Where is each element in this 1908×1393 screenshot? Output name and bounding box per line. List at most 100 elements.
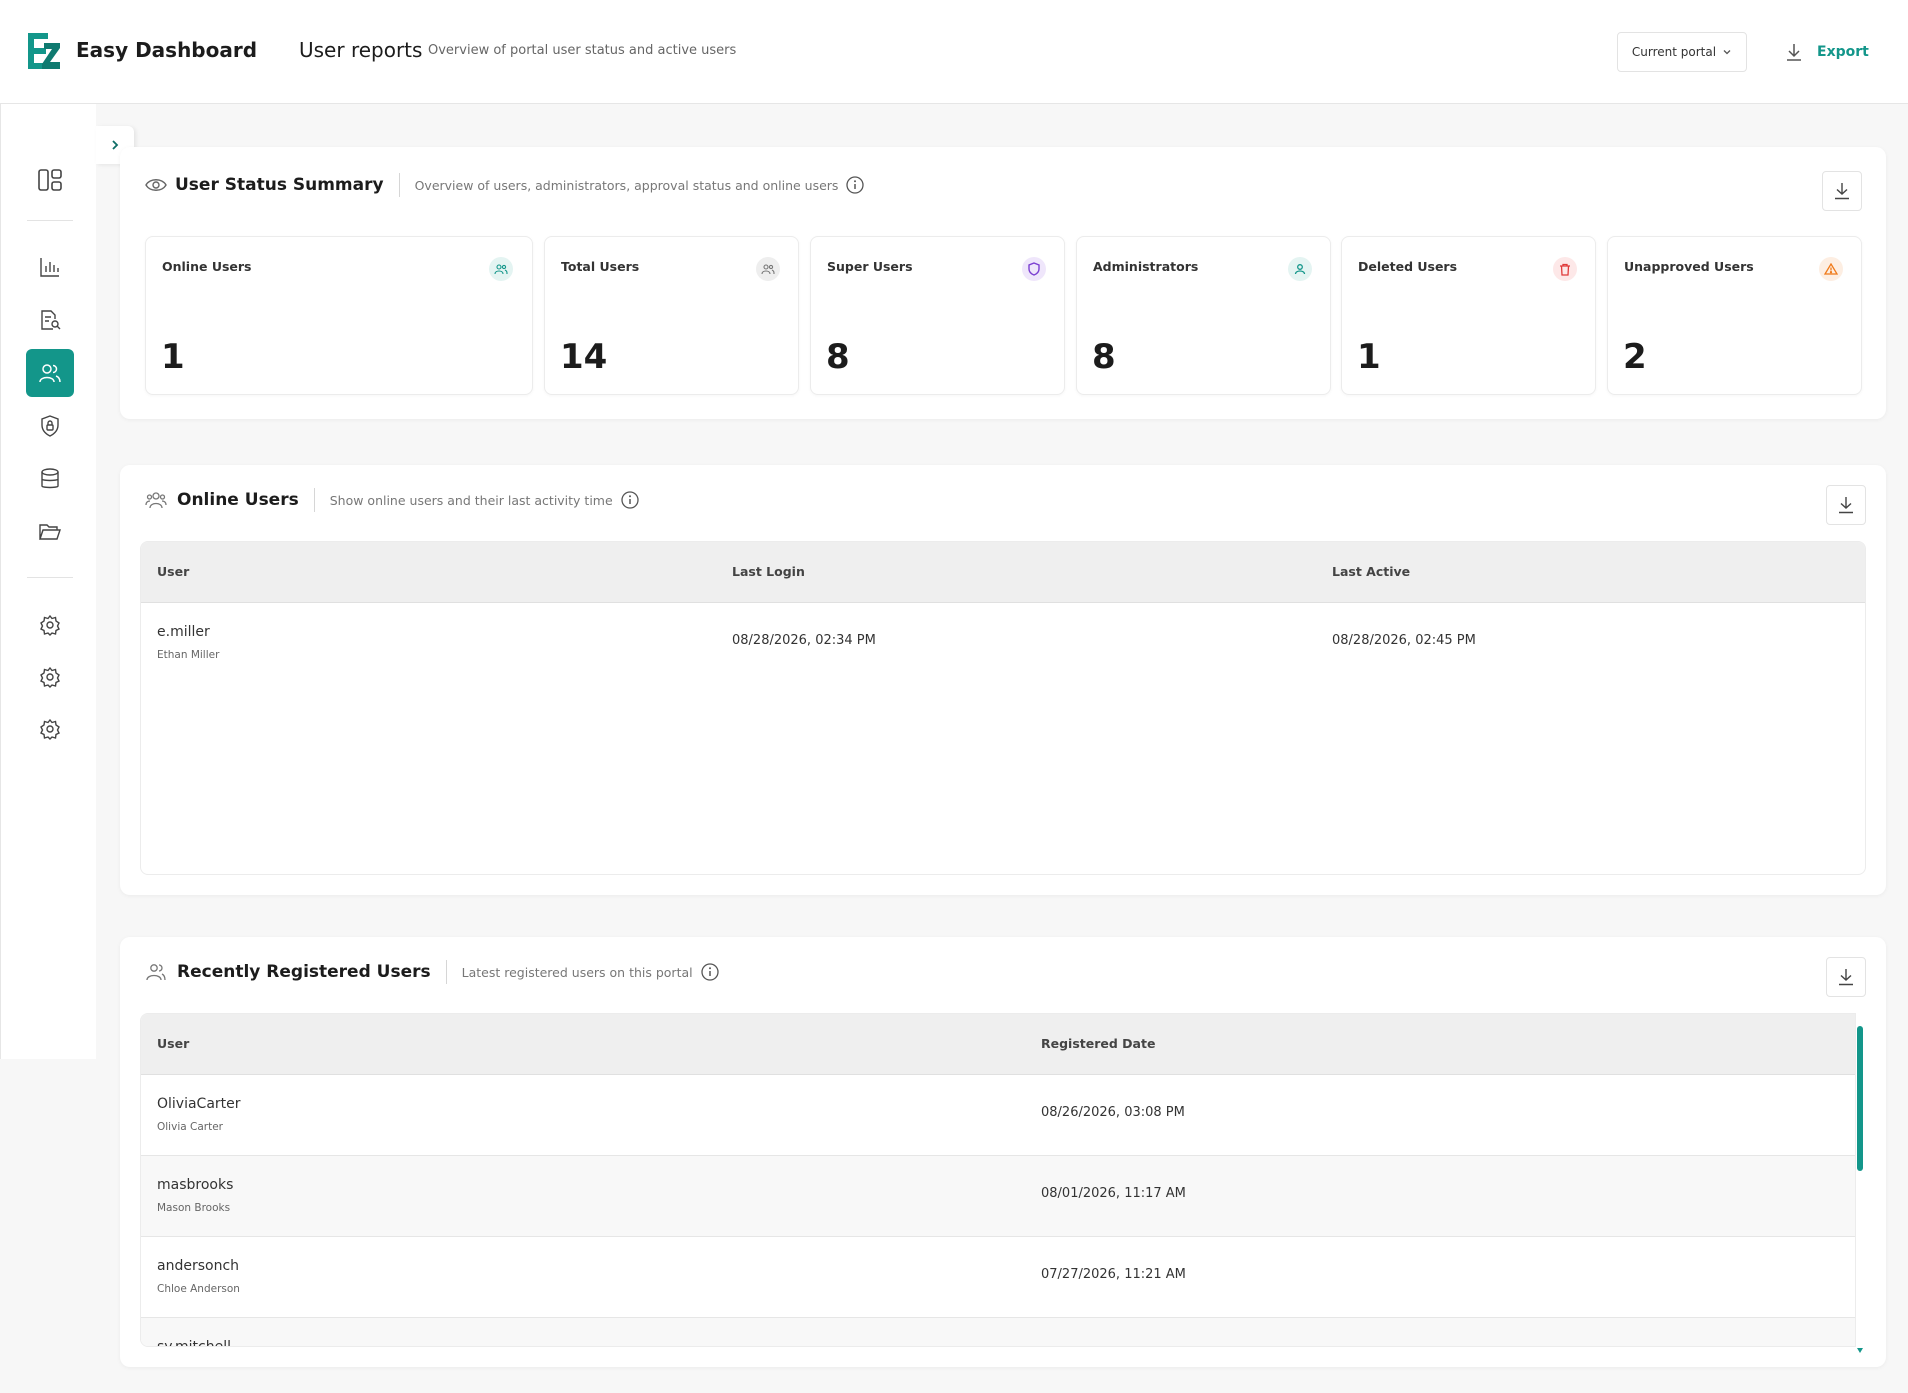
table-scrollbar-thumb[interactable]	[1857, 1026, 1863, 1171]
download-icon	[1835, 183, 1849, 200]
info-icon[interactable]	[621, 491, 639, 509]
stat-label: Administrators	[1093, 259, 1199, 274]
users-icon	[489, 257, 513, 281]
stat-label: Total Users	[561, 259, 640, 274]
username: OliviaCarter	[157, 1096, 241, 1112]
download-icon	[1839, 969, 1853, 986]
table-row[interactable]: OliviaCarter Olivia Carter 08/26/2026, 0…	[141, 1075, 1855, 1156]
database-icon	[41, 468, 59, 489]
stat-value: 14	[560, 337, 608, 377]
column-header-registered-date[interactable]: Registered Date	[1041, 1036, 1155, 1051]
column-header-user[interactable]: User	[157, 564, 189, 579]
sidebar-item-audit[interactable]	[26, 296, 74, 344]
info-icon[interactable]	[846, 176, 865, 194]
user-icon	[1288, 257, 1312, 281]
page-subtitle: Overview of portal user status and activ…	[428, 43, 737, 58]
sidebar-item-settings-2[interactable]	[26, 653, 74, 701]
sidebar-item-security[interactable]	[26, 402, 74, 450]
portal-select[interactable]: Current portal	[1617, 32, 1747, 72]
user-fullname: Chloe Anderson	[157, 1283, 240, 1295]
stat-label: Online Users	[162, 259, 252, 274]
registered-users-table[interactable]: User Registered Date OliviaCarter Olivia…	[140, 1013, 1856, 1347]
column-header-last-active[interactable]: Last Active	[1332, 564, 1410, 579]
registered-header: Recently Registered Users Latest registe…	[145, 960, 719, 984]
download-icon	[1839, 497, 1853, 514]
table-row[interactable]: masbrooks Mason Brooks 08/01/2026, 11:17…	[141, 1156, 1855, 1237]
stat-card-super-users: Super Users 8	[810, 236, 1065, 395]
eye-icon	[145, 179, 167, 191]
online-users-title: Online Users	[177, 490, 299, 510]
sidebar-item-dashboard[interactable]	[26, 156, 74, 204]
stat-value: 1	[161, 337, 185, 377]
shield-icon	[41, 415, 59, 437]
user-fullname: Olivia Carter	[157, 1121, 223, 1133]
scroll-down-arrow[interactable]	[1857, 1338, 1863, 1353]
sidebar-item-settings-1[interactable]	[26, 601, 74, 649]
stat-label: Super Users	[827, 259, 913, 274]
summary-title: User Status Summary	[175, 175, 384, 195]
column-header-user[interactable]: User	[157, 1036, 189, 1051]
portal-select-label: Current portal	[1631, 45, 1717, 59]
export-button[interactable]: Export	[1785, 32, 1869, 72]
username: masbrooks	[157, 1177, 234, 1193]
online-users-download-button[interactable]	[1826, 485, 1866, 525]
registered-date: 07/27/2026, 11:21 AM	[1041, 1267, 1186, 1282]
summary-download-button[interactable]	[1822, 171, 1862, 211]
username: andersonch	[157, 1258, 240, 1274]
table-row[interactable]: e.miller Ethan Miller 08/28/2026, 02:34 …	[141, 603, 1865, 684]
brand-name: Easy Dashboard	[76, 38, 258, 62]
stat-value: 8	[826, 337, 850, 377]
settings-icon	[40, 718, 60, 740]
stat-value: 1	[1357, 337, 1381, 377]
sidebar	[0, 104, 96, 1059]
summary-header: User Status Summary Overview of users, a…	[145, 173, 865, 197]
sidebar-item-database[interactable]	[26, 455, 74, 503]
sidebar-item-settings-3[interactable]	[26, 705, 74, 753]
settings-icon	[40, 614, 60, 636]
last-login: 08/28/2026, 02:34 PM	[732, 633, 876, 648]
title-divider	[313, 488, 315, 512]
settings-icon	[40, 666, 60, 688]
stat-label: Deleted Users	[1358, 259, 1458, 274]
page-title: User reports	[299, 38, 423, 62]
users-icon	[146, 964, 166, 981]
sidebar-item-files[interactable]	[26, 508, 74, 556]
user-fullname: Ethan Miller	[157, 649, 220, 661]
online-users-table: User Last Login Last Active e.miller Eth…	[140, 541, 1866, 875]
warning-icon	[1819, 257, 1843, 281]
sidebar-item-users[interactable]	[26, 349, 74, 397]
export-label: Export	[1817, 44, 1869, 60]
stat-label: Unapproved Users	[1624, 259, 1754, 274]
online-users-header: Online Users Show online users and their…	[145, 488, 639, 512]
info-icon[interactable]	[700, 963, 719, 981]
table-header: User Last Login Last Active	[141, 542, 1865, 603]
title-divider	[398, 173, 400, 197]
easy-dashboard-logo	[28, 33, 60, 69]
chevron-right-icon	[112, 140, 119, 150]
stat-card-online-users: Online Users 1	[145, 236, 533, 395]
registered-date: 08/01/2026, 11:17 AM	[1041, 1186, 1186, 1201]
dashboard-icon	[38, 169, 62, 191]
users-icon	[145, 492, 167, 509]
table-row[interactable]: andersonch Chloe Anderson 07/27/2026, 11…	[141, 1237, 1855, 1318]
registered-date: 08/26/2026, 03:08 PM	[1041, 1105, 1185, 1120]
scroll-up-arrow[interactable]	[1857, 1016, 1863, 1031]
stat-value: 8	[1092, 337, 1116, 377]
table-row[interactable]: sy.mitchell	[141, 1318, 1855, 1347]
registered-download-button[interactable]	[1826, 957, 1866, 997]
sidebar-divider	[27, 220, 73, 221]
folder-open-icon	[39, 524, 61, 540]
sidebar-item-reports[interactable]	[26, 243, 74, 291]
stat-card-unapproved-users: Unapproved Users 2	[1607, 236, 1862, 395]
stat-card-administrators: Administrators 8	[1076, 236, 1331, 395]
bar-chart-icon	[40, 258, 59, 277]
trash-icon	[1553, 257, 1577, 281]
chevron-down-icon	[1723, 50, 1731, 55]
app-header: Easy Dashboard User reports Overview of …	[0, 0, 1908, 104]
users-icon	[756, 257, 780, 281]
column-header-last-login[interactable]: Last Login	[732, 564, 805, 579]
username: sy.mitchell	[157, 1339, 232, 1347]
sidebar-divider	[27, 577, 73, 578]
table-header: User Registered Date	[141, 1014, 1855, 1075]
username: e.miller	[157, 624, 210, 640]
